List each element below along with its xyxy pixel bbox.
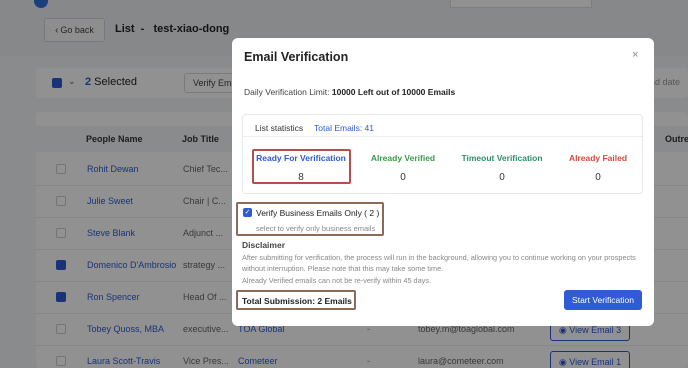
stat-value: 0 — [400, 172, 406, 183]
stat-already-failed: Already Failed 0 — [548, 153, 648, 183]
total-emails: Total Emails: 41 — [314, 123, 374, 133]
stat-value: 8 — [298, 172, 304, 183]
stat-label: Already Failed — [568, 153, 628, 163]
disclaimer-note: Already Verified emails can not be re-ve… — [242, 276, 431, 285]
stat-label: Already Verified — [370, 153, 436, 163]
verify-business-checkbox[interactable]: ✓ — [243, 208, 252, 217]
stat-already-verified: Already Verified 0 — [353, 153, 453, 183]
stat-timeout: Timeout Verification 0 — [452, 153, 552, 183]
close-icon[interactable]: × — [632, 49, 638, 61]
list-statistics-label: List statistics — [255, 123, 304, 133]
stat-value: 0 — [499, 172, 505, 183]
daily-limit-label: Daily Verification Limit: — [244, 87, 332, 97]
disclaimer-title: Disclaimer — [242, 240, 285, 250]
email-verification-modal: Email Verification × Daily Verification … — [232, 38, 654, 326]
stat-value: 0 — [595, 172, 601, 183]
list-statistics-header: List statistics Total Emails: 41 — [243, 115, 642, 137]
stat-ready: Ready For Verification 8 — [251, 153, 351, 183]
verify-business-label[interactable]: Verify Business Emails Only ( 2 ) — [256, 208, 379, 218]
stat-label: Timeout Verification — [461, 153, 543, 163]
total-submission: Total Submission: 2 Emails — [242, 296, 352, 306]
modal-title: Email Verification — [244, 50, 349, 64]
list-statistics-panel: List statistics Total Emails: 41 Ready F… — [242, 114, 643, 194]
daily-limit-value: 10000 Left out of 10000 Emails — [331, 87, 456, 97]
daily-limit: Daily Verification Limit: 10000 Left out… — [244, 87, 455, 97]
start-verification-button[interactable]: Start Verification — [564, 290, 642, 310]
disclaimer-text: After submitting for verification, the p… — [242, 253, 636, 273]
verify-business-hint: select to verify only business emails — [256, 224, 376, 233]
stat-label: Ready For Verification — [256, 153, 346, 163]
